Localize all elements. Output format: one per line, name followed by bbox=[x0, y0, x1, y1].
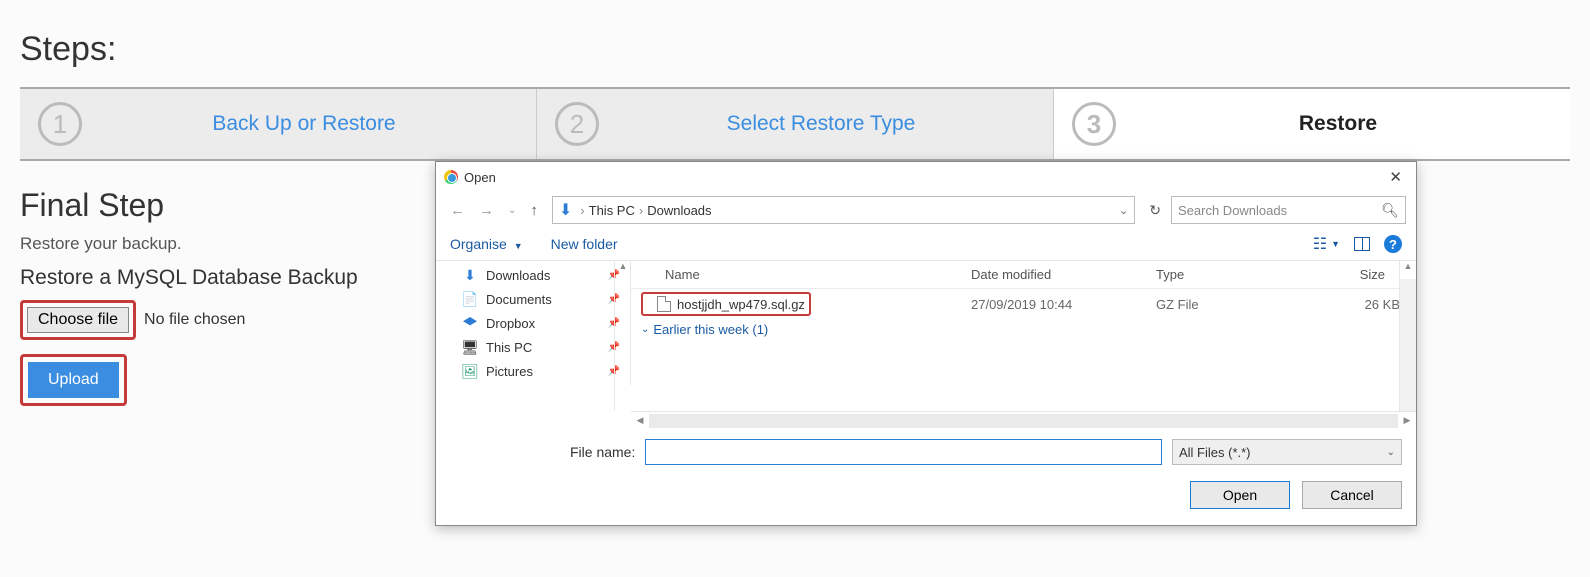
sidebar-item-documents[interactable]: 📄 Documents 📌 bbox=[436, 287, 630, 311]
highlight-upload: Upload bbox=[20, 354, 127, 406]
step-label: Restore bbox=[1124, 112, 1552, 136]
chevron-down-icon: ⌄ bbox=[1387, 447, 1395, 458]
sidebar-item-label: Pictures bbox=[486, 364, 533, 379]
file-type: GZ File bbox=[1156, 297, 1316, 312]
address-bar[interactable]: ⬇ › This PC › Downloads ⌄ bbox=[552, 196, 1135, 224]
sidebar-item-label: Documents bbox=[486, 292, 552, 307]
file-name: hostjjdh_wp479.sql.gz bbox=[677, 297, 805, 312]
chrome-icon bbox=[444, 170, 458, 184]
chevron-down-icon: ▼ bbox=[514, 241, 523, 251]
breadcrumb-sep-icon: › bbox=[580, 203, 584, 218]
scroll-right-icon[interactable]: ▶ bbox=[1398, 415, 1416, 426]
path-folder[interactable]: Downloads bbox=[647, 203, 711, 218]
step-label: Select Restore Type bbox=[607, 112, 1035, 136]
scroll-track[interactable] bbox=[1400, 279, 1416, 411]
documents-icon: 📄 bbox=[462, 291, 478, 307]
nav-back-icon[interactable]: ← bbox=[446, 200, 469, 221]
thispc-icon: 🖥 bbox=[462, 339, 478, 355]
column-name[interactable]: Name bbox=[631, 261, 961, 288]
scroll-track[interactable] bbox=[649, 414, 1398, 428]
filename-input[interactable] bbox=[645, 439, 1162, 465]
dialog-titlebar: Open ✕ bbox=[436, 162, 1416, 192]
file-group-header[interactable]: ⌄ Earlier this week (1) bbox=[631, 319, 1416, 340]
dialog-title-text: Open bbox=[464, 170, 496, 185]
filename-label: File name: bbox=[570, 444, 635, 460]
help-icon[interactable]: ? bbox=[1384, 235, 1402, 253]
search-placeholder: Search Downloads bbox=[1178, 203, 1287, 218]
scroll-left-icon[interactable]: ◀ bbox=[631, 415, 649, 426]
highlight-file: hostjjdh_wp479.sql.gz bbox=[641, 292, 811, 316]
file-open-dialog: Open ✕ ← → ⌄ ↑ ⬇ › This PC › Downloads ⌄… bbox=[435, 161, 1417, 526]
choose-file-button[interactable]: Choose file bbox=[27, 307, 129, 333]
preview-pane-icon[interactable] bbox=[1354, 237, 1370, 251]
chevron-down-icon: ⌄ bbox=[641, 324, 649, 335]
downloads-icon: ⬇ bbox=[462, 267, 478, 283]
file-date: 27/09/2019 10:44 bbox=[971, 297, 1156, 312]
scroll-up-icon[interactable]: ▲ bbox=[615, 261, 631, 279]
step-3[interactable]: 3 Restore bbox=[1054, 89, 1570, 159]
downloads-arrow-icon: ⬇ bbox=[559, 200, 572, 220]
file-row[interactable]: hostjjdh_wp479.sql.gz 27/09/2019 10:44 G… bbox=[631, 289, 1416, 319]
dropbox-icon bbox=[462, 315, 478, 331]
column-size[interactable]: Size bbox=[1306, 261, 1396, 288]
nav-forward-icon[interactable]: → bbox=[475, 200, 498, 221]
sidebar-item-label: Downloads bbox=[486, 268, 550, 283]
file-size: 26 KB bbox=[1316, 297, 1406, 312]
sidebar-item-pictures[interactable]: 🖼 Pictures 📌 bbox=[436, 359, 630, 383]
column-date[interactable]: Date modified bbox=[961, 261, 1146, 288]
nav-up-icon[interactable]: ↑ bbox=[526, 200, 542, 221]
step-number-icon: 1 bbox=[38, 102, 82, 146]
nav-recent-icon[interactable]: ⌄ bbox=[504, 203, 520, 218]
cancel-button[interactable]: Cancel bbox=[1302, 481, 1402, 509]
chevron-down-icon[interactable]: ⌄ bbox=[1119, 204, 1128, 217]
file-icon bbox=[657, 296, 671, 312]
pictures-icon: 🖼 bbox=[462, 363, 478, 379]
wizard-steps: 1 Back Up or Restore 2 Select Restore Ty… bbox=[20, 87, 1570, 161]
choose-file-status: No file chosen bbox=[144, 311, 245, 329]
sidebar-item-thispc[interactable]: 🖥 This PC 📌 bbox=[436, 335, 630, 359]
file-filter-select[interactable]: All Files (*.*) ⌄ bbox=[1172, 439, 1402, 465]
sidebar-item-downloads[interactable]: ⬇ Downloads 📌 bbox=[436, 263, 630, 287]
filter-value: All Files (*.*) bbox=[1179, 445, 1251, 460]
scroll-up-icon[interactable]: ▲ bbox=[1400, 261, 1416, 279]
sidebar-item-label: Dropbox bbox=[486, 316, 535, 331]
open-button[interactable]: Open bbox=[1190, 481, 1290, 509]
highlight-choose-file: Choose file bbox=[20, 300, 136, 340]
file-scrollbar-vertical[interactable]: ▲ bbox=[1399, 261, 1416, 411]
sidebar-item-dropbox[interactable]: Dropbox 📌 bbox=[436, 311, 630, 335]
refresh-icon[interactable]: ↻ bbox=[1145, 200, 1165, 221]
breadcrumb-sep-icon: › bbox=[639, 203, 643, 218]
view-mode-icon[interactable]: ☷ bbox=[1313, 234, 1327, 254]
search-icon: 🔍︎ bbox=[1381, 202, 1399, 219]
upload-button[interactable]: Upload bbox=[28, 362, 119, 398]
step-label: Back Up or Restore bbox=[90, 112, 518, 136]
organise-menu[interactable]: Organise ▼ bbox=[450, 236, 523, 252]
step-number-icon: 2 bbox=[555, 102, 599, 146]
sidebar-scrollbar[interactable]: ▲ bbox=[614, 261, 631, 411]
column-type[interactable]: Type bbox=[1146, 261, 1306, 288]
dialog-sidebar: ⬇ Downloads 📌 📄 Documents 📌 Dropbox bbox=[436, 261, 631, 385]
sidebar-item-label: This PC bbox=[486, 340, 532, 355]
page-title: Steps: bbox=[20, 30, 1570, 69]
column-headers: Name Date modified Type Size bbox=[631, 261, 1416, 289]
new-folder-button[interactable]: New folder bbox=[551, 236, 618, 252]
file-scrollbar-horizontal[interactable]: ◀ ▶ bbox=[631, 411, 1416, 429]
chevron-down-icon[interactable]: ▼ bbox=[1331, 239, 1340, 249]
close-icon[interactable]: ✕ bbox=[1383, 166, 1408, 188]
step-number-icon: 3 bbox=[1072, 102, 1116, 146]
step-2[interactable]: 2 Select Restore Type bbox=[537, 89, 1054, 159]
dialog-toolbar: Organise ▼ New folder ☷ ▼ ? bbox=[436, 228, 1416, 261]
path-root[interactable]: This PC bbox=[589, 203, 635, 218]
group-label: Earlier this week (1) bbox=[653, 322, 768, 337]
search-input[interactable]: Search Downloads 🔍︎ bbox=[1171, 196, 1406, 224]
step-1[interactable]: 1 Back Up or Restore bbox=[20, 89, 537, 159]
dialog-nav-row: ← → ⌄ ↑ ⬇ › This PC › Downloads ⌄ ↻ Sear… bbox=[436, 192, 1416, 228]
